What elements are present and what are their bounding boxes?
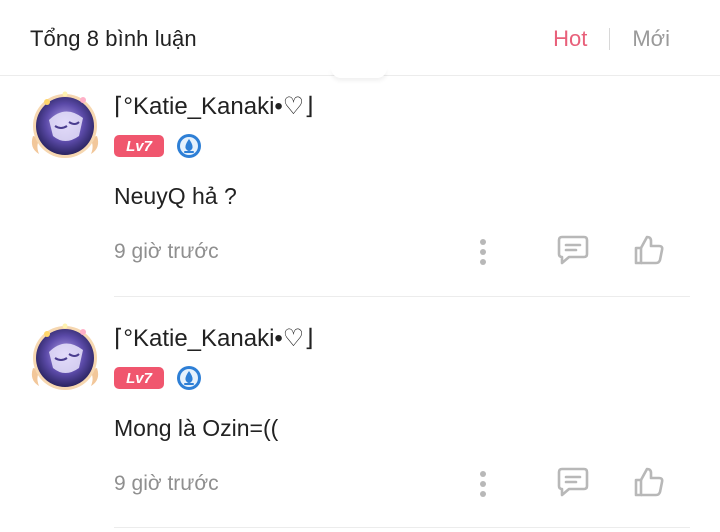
comments-header: Tổng 8 bình luận Hot Mới (0, 0, 720, 76)
comment-text: Mong là Ozin=(( (114, 415, 279, 441)
level-badge: Lv7 (114, 135, 164, 157)
user-badges: Lv7 (114, 133, 202, 159)
comment-separator (114, 527, 690, 528)
more-vertical-icon[interactable] (465, 466, 501, 502)
user-badges: Lv7 (114, 365, 202, 391)
comment-count-title: Tổng 8 bình luận (30, 26, 197, 51)
sort-hot-tab[interactable]: Hot (553, 26, 587, 52)
level-badge: Lv7 (114, 367, 164, 389)
rank-drop-icon (176, 133, 202, 159)
comment-timestamp: 9 giờ trước (114, 240, 219, 263)
sort-new-tab[interactable]: Mới (632, 26, 670, 52)
avatar[interactable] (27, 318, 103, 394)
avatar[interactable] (27, 86, 103, 162)
comment-username[interactable]: ⌈°Katie_Kanaki•♡⌋ (114, 92, 314, 121)
reply-comment-icon[interactable] (555, 464, 591, 500)
like-thumb-icon[interactable] (631, 232, 667, 268)
comment-text: NeuyQ hả ? (114, 183, 237, 209)
comment-timestamp: 9 giờ trước (114, 472, 219, 495)
pull-handle (331, 68, 387, 78)
sort-tabs: Hot Mới (553, 26, 670, 52)
reply-comment-icon[interactable] (555, 232, 591, 268)
more-vertical-icon[interactable] (465, 234, 501, 270)
like-thumb-icon[interactable] (631, 464, 667, 500)
comment-username[interactable]: ⌈°Katie_Kanaki•♡⌋ (114, 324, 314, 353)
comment-separator (114, 296, 690, 297)
sort-divider (609, 28, 611, 50)
rank-drop-icon (176, 365, 202, 391)
